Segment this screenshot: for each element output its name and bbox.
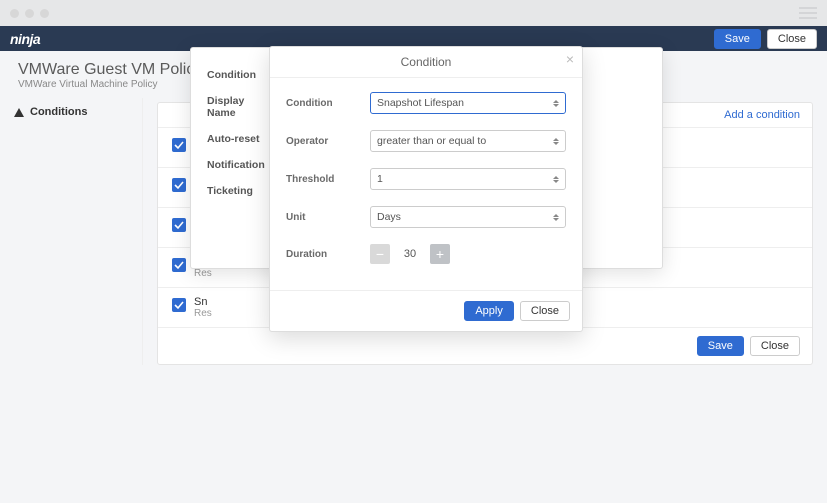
modal-close-button[interactable]: Close: [520, 301, 570, 321]
chevron-updown-icon: [553, 138, 559, 145]
left-nav: Conditions: [0, 98, 143, 365]
brand-logo: ninja: [10, 31, 40, 47]
unit-select[interactable]: Days: [370, 206, 566, 228]
label-condition: Condition: [286, 98, 370, 109]
topbar-close-button[interactable]: Close: [767, 29, 817, 49]
condition-modal-title: Condition: [401, 55, 452, 69]
label-threshold: Threshold: [286, 174, 370, 185]
list-close-button[interactable]: Close: [750, 336, 800, 356]
duration-decrement-button[interactable]: −: [370, 244, 390, 264]
window-chrome: [0, 0, 827, 26]
condition-select[interactable]: Snapshot Lifespan: [370, 92, 566, 114]
traffic-lights: [10, 9, 49, 18]
hamburger-icon[interactable]: [799, 7, 817, 19]
unit-select-value: Days: [377, 211, 401, 223]
threshold-select-value: 1: [377, 173, 383, 185]
topbar-save-button[interactable]: Save: [714, 29, 761, 49]
label-unit: Unit: [286, 212, 370, 223]
checkbox-icon[interactable]: [172, 218, 186, 232]
chevron-updown-icon: [553, 214, 559, 221]
checkbox-icon[interactable]: [172, 138, 186, 152]
chevron-updown-icon: [553, 100, 559, 107]
add-condition-link[interactable]: Add a condition: [724, 109, 800, 121]
chevron-updown-icon: [553, 176, 559, 183]
operator-select-value: greater than or equal to: [377, 135, 486, 147]
modal-side-tabs: Condition Display Name Auto-reset Notifi…: [191, 48, 271, 268]
tab-auto-reset[interactable]: Auto-reset: [207, 126, 261, 152]
label-duration: Duration: [286, 249, 370, 260]
tab-notification[interactable]: Notification: [207, 152, 261, 178]
checkbox-icon[interactable]: [172, 178, 186, 192]
condition-modal-header: Condition ×: [270, 47, 582, 78]
nav-conditions-label: Conditions: [30, 106, 87, 118]
warning-icon: [14, 108, 24, 117]
checkbox-icon[interactable]: [172, 258, 186, 272]
tab-condition[interactable]: Condition: [207, 62, 261, 88]
duration-increment-button[interactable]: +: [430, 244, 450, 264]
operator-select[interactable]: greater than or equal to: [370, 130, 566, 152]
checkbox-icon[interactable]: [172, 298, 186, 312]
threshold-select[interactable]: 1: [370, 168, 566, 190]
list-save-button[interactable]: Save: [697, 336, 744, 356]
tab-display-name[interactable]: Display Name: [207, 88, 261, 126]
close-icon[interactable]: ×: [566, 52, 574, 66]
condition-modal: Condition × Condition Snapshot Lifespan …: [269, 46, 583, 332]
label-operator: Operator: [286, 136, 370, 147]
nav-conditions[interactable]: Conditions: [14, 106, 128, 118]
tab-ticketing[interactable]: Ticketing: [207, 178, 261, 204]
apply-button[interactable]: Apply: [464, 301, 514, 321]
duration-value: 30: [396, 248, 424, 260]
condition-select-value: Snapshot Lifespan: [377, 97, 464, 109]
